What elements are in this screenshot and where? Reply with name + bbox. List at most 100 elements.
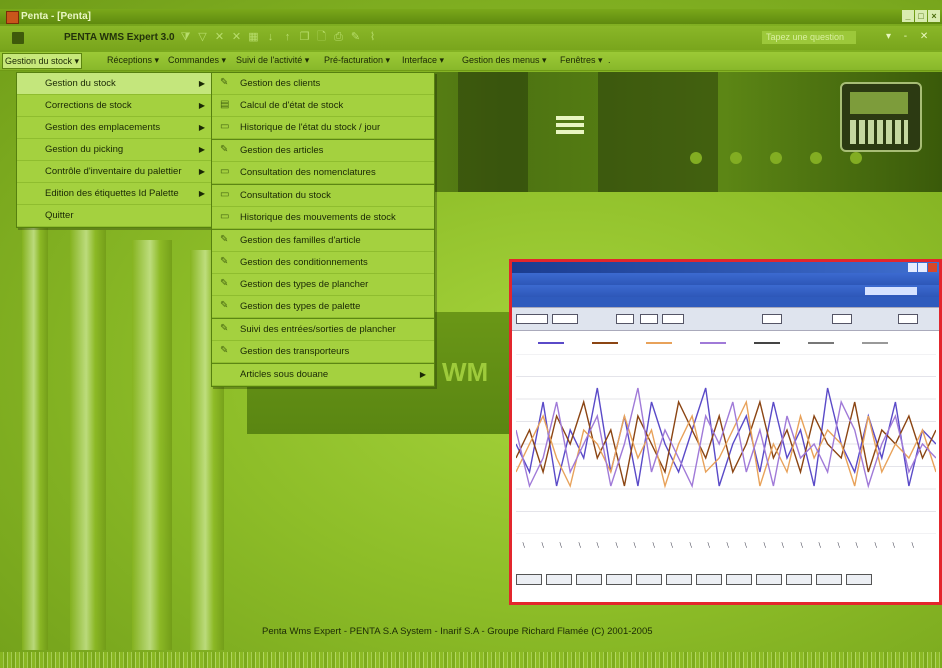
menu-item-inventaire-palettier[interactable]: Contrôle d'inventaire du palettier ▶ (17, 161, 213, 183)
menu-item-suivi-plancher[interactable]: ✎ Suivi des entrées/sorties de plancher (212, 318, 434, 341)
menu-item-gestion-du-stock[interactable]: Gestion du stock ▶ (17, 73, 213, 95)
app-icon[interactable] (6, 11, 19, 24)
chart-icon[interactable]: ⌇ (367, 31, 378, 43)
edit-icon[interactable]: ✎ (350, 31, 361, 43)
table-icon: ▤ (220, 99, 230, 110)
x-tick-mark: ⁄ (780, 542, 787, 549)
inset-toolbar-2 (512, 285, 939, 297)
preview-icon[interactable]: 🗋 (316, 31, 327, 43)
x-tick-mark: ⁄ (669, 542, 676, 549)
x-tick-mark: ⁄ (558, 542, 565, 549)
inset-toolbar (512, 273, 939, 285)
inset-x-ticks: ⁄ ⁄ ⁄ ⁄ ⁄ ⁄ ⁄ ⁄ ⁄ ⁄ ⁄ ⁄ ⁄ ⁄ ⁄ ⁄ ⁄ ⁄ ⁄ ⁄ ⁄ ⁄ (522, 542, 928, 562)
report-icon: ▭ (220, 189, 230, 200)
inset-field (640, 314, 658, 324)
submenu-arrow-icon: ▶ (419, 370, 426, 379)
dropdown-gestion-stock: Gestion du stock ▶ Corrections de stock ▶ … (16, 72, 214, 228)
menu-item-calcul-etat-stock[interactable]: ▤ Calcul de d'état de stock (212, 95, 434, 117)
delete-icon[interactable]: ✕ (231, 31, 242, 43)
help-search-input[interactable]: Tapez une question (762, 31, 856, 44)
menu-receptions[interactable]: Réceptions ▾ (107, 55, 159, 66)
sort-asc-icon[interactable]: ↓ (265, 31, 276, 43)
menu-item-historique-mouvements[interactable]: ▭ Historique des mouvements de stock (212, 207, 434, 229)
toolbar-tools: ⧩ ▽ ✕ ✕ ▦ ↓ ↑ ❐ 🗋 ⎙ ✎ ⌇ (180, 31, 378, 43)
menu-bar: Gestion du stock ▾ Réceptions ▾ Commande… (0, 52, 942, 71)
menu-commandes[interactable]: Commandes ▾ (168, 55, 226, 66)
menu-item-etiquettes-palette[interactable]: Edition des étiquettes Id Palette ▶ (17, 183, 213, 205)
menu-gestion-menus[interactable]: Gestion des menus ▾ (462, 55, 547, 66)
x-tick-mark: ⁄ (651, 542, 658, 549)
submenu-arrow-icon: ▶ (198, 189, 205, 198)
inset-field (516, 314, 548, 324)
inset-window-controls (908, 263, 937, 272)
inset-legend (518, 338, 928, 348)
x-tick-mark: ⁄ (817, 542, 824, 549)
legend-swatch (808, 342, 834, 344)
menu-item-conditionnements[interactable]: ✎ Gestion des conditionnements (212, 252, 434, 274)
screenshot-inset: ⁄ ⁄ ⁄ ⁄ ⁄ ⁄ ⁄ ⁄ ⁄ ⁄ ⁄ ⁄ ⁄ ⁄ ⁄ ⁄ ⁄ ⁄ ⁄ ⁄ ⁄ ⁄ (509, 259, 942, 605)
grid-icon[interactable]: ▦ (248, 31, 259, 43)
menu-more[interactable]: . (608, 55, 611, 65)
inset-button (846, 574, 872, 585)
menu-item-picking[interactable]: Gestion du picking ▶ (17, 139, 213, 161)
menu-fenetres[interactable]: Fenêtres ▾ (560, 55, 603, 66)
pencil-icon: ✎ (220, 278, 229, 289)
x-tick-mark: ⁄ (540, 542, 547, 549)
menu-item-gestion-clients[interactable]: ✎ Gestion des clients (212, 73, 434, 95)
submenu-arrow-icon: ▶ (198, 145, 205, 154)
menu-interface[interactable]: Interface ▾ (402, 55, 444, 66)
close-button[interactable]: × (928, 10, 940, 22)
menu-item-types-plancher[interactable]: ✎ Gestion des types de plancher (212, 274, 434, 296)
product-name: PENTA WMS Expert 3.0 (64, 32, 175, 43)
legend-swatch (754, 342, 780, 344)
sort-desc-icon[interactable]: ↑ (282, 31, 293, 43)
menu-item-gestion-articles[interactable]: ✎ Gestion des articles (212, 139, 434, 162)
menu-item-familles-article[interactable]: ✎ Gestion des familles d'article (212, 229, 434, 252)
menu-gestion-stock[interactable]: Gestion du stock ▾ (2, 53, 83, 69)
menu-item-articles-douane[interactable]: Articles sous douane ▶ (212, 363, 434, 386)
x-tick-mark: ⁄ (725, 542, 732, 549)
submenu-arrow-icon: ▶ (198, 167, 205, 176)
legend-swatch (700, 342, 726, 344)
menu-suivi-activite[interactable]: Suivi de l'activité ▾ (236, 55, 309, 66)
filter-clear-icon[interactable]: ▽ (197, 31, 208, 43)
menu-item-quitter[interactable]: Quitter (17, 205, 213, 227)
menu-item-types-palette[interactable]: ✎ Gestion des types de palette (212, 296, 434, 318)
x-tick-mark: ⁄ (577, 542, 584, 549)
menu-item-transporteurs[interactable]: ✎ Gestion des transporteurs (212, 341, 434, 363)
inset-filter-bar (512, 308, 939, 331)
report-icon: ▭ (220, 211, 230, 222)
x-tick-mark: ⁄ (836, 542, 843, 549)
filter-remove-icon[interactable]: ✕ (214, 31, 225, 43)
banner-shelf (598, 72, 718, 192)
menu-item-consultation-stock[interactable]: ▭ Consultation du stock (212, 184, 434, 207)
report-icon: ▭ (220, 166, 230, 177)
maximize-button[interactable]: □ (915, 10, 927, 22)
inset-button (756, 574, 782, 585)
inset-help-box (865, 287, 917, 295)
menu-item-consultation-nomenclatures[interactable]: ▭ Consultation des nomenclatures (212, 162, 434, 184)
inset-button (606, 574, 632, 585)
menu-item-emplacements[interactable]: Gestion des emplacements ▶ (17, 117, 213, 139)
copy-icon[interactable]: ❐ (299, 31, 310, 43)
pencil-icon: ✎ (220, 323, 229, 334)
decor-roll (70, 230, 106, 650)
menu-pre-facturation[interactable]: Pré-facturation ▾ (324, 55, 390, 66)
menu-item-historique-etat-stock[interactable]: ▭ Historique de l'état du stock / jour (212, 117, 434, 139)
minimize-button[interactable]: _ (902, 10, 914, 22)
x-tick-mark: ⁄ (891, 542, 898, 549)
pencil-icon: ✎ (220, 300, 229, 311)
pencil-icon: ✎ (220, 144, 229, 155)
title-bar: Penta - [Penta] _ □ × (0, 9, 942, 24)
banner-shelf (458, 72, 528, 192)
x-tick-mark: ⁄ (632, 542, 639, 549)
app-menu-icon[interactable] (12, 32, 24, 44)
help-controls[interactable]: ▾ - ✕ (886, 31, 933, 42)
menu-item-corrections[interactable]: Corrections de stock ▶ (17, 95, 213, 117)
legend-swatch (862, 342, 888, 344)
submenu-arrow-icon: ▶ (198, 101, 205, 110)
filter-icon[interactable]: ⧩ (180, 31, 191, 43)
inset-title-bar (512, 262, 939, 273)
x-tick-mark: ⁄ (614, 542, 621, 549)
print-icon[interactable]: ⎙ (333, 31, 344, 43)
